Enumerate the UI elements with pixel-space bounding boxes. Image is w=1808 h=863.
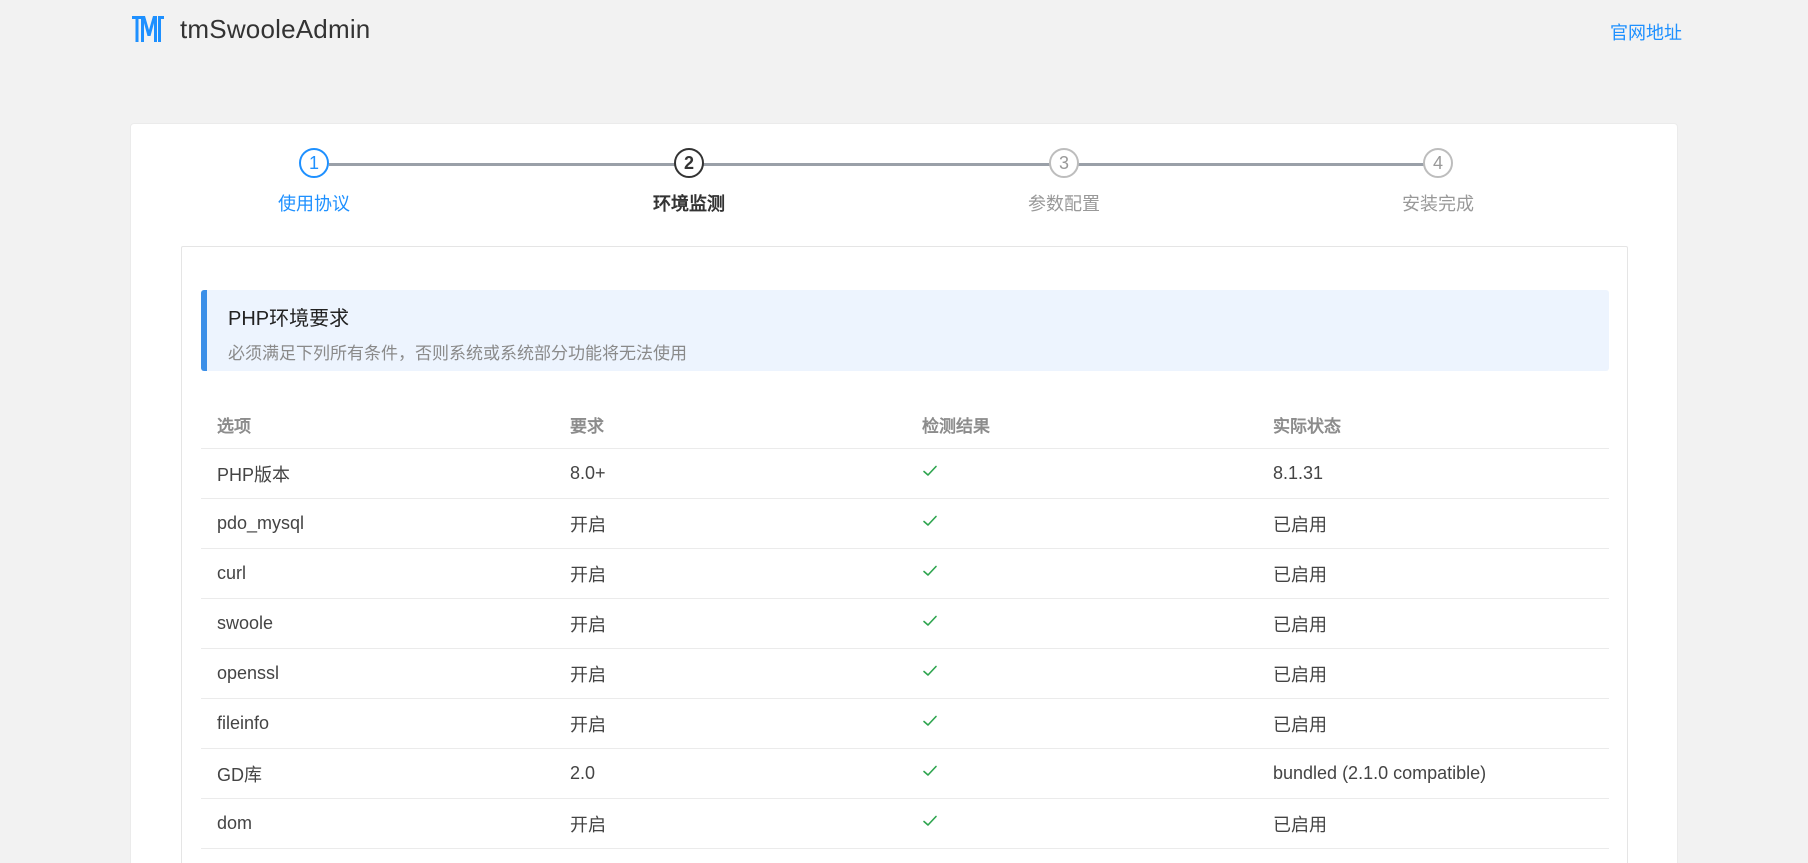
notice-description: 必须满足下列所有条件，否则系统或系统部分功能将无法使用 [228, 344, 687, 363]
cell-result [906, 613, 1257, 634]
column-header-requirement: 要求 [570, 417, 604, 436]
cell-option: pdo_mysql [217, 513, 305, 533]
check-icon [923, 815, 937, 826]
check-icon [923, 765, 937, 776]
cell-requirement: 开启 [570, 564, 606, 585]
install-steps: 1 使用协议 2 环境监测 3 参数配置 4 安装完成 [131, 124, 1679, 234]
column-header-status: 实际状态 [1273, 417, 1341, 436]
install-card: 1 使用协议 2 环境监测 3 参数配置 4 安装完成 PHP环境要求 必须满足… [130, 123, 1678, 863]
step-1: 1 使用协议 [214, 148, 414, 216]
cell-status: 已启用 [1273, 514, 1327, 535]
step-number: 2 [674, 148, 704, 178]
cell-status: bundled (2.1.0 compatible) [1273, 763, 1487, 783]
official-site-link[interactable]: 官网地址 [1610, 19, 1682, 45]
cell-result [906, 663, 1257, 684]
step-4: 4 安装完成 [1338, 148, 1538, 216]
step-label: 使用协议 [278, 194, 350, 214]
cell-option: GD库 [217, 764, 262, 785]
table-body: PHP版本 8.0+ 8.1.31 pdo_mysql 开启 已启用 curl 开启 已启用 sw… [201, 449, 1609, 849]
check-icon [923, 565, 937, 576]
table-row: pdo_mysql 开启 已启用 [201, 499, 1609, 549]
column-header-result: 检测结果 [922, 417, 990, 436]
cell-result [906, 513, 1257, 534]
step-connector [329, 163, 1448, 166]
table-row: curl 开启 已启用 [201, 549, 1609, 599]
step-2: 2 环境监测 [589, 148, 789, 216]
cell-result [906, 563, 1257, 584]
brand-name: tmSwooleAdmin [180, 13, 371, 44]
check-icon [923, 515, 937, 526]
table-row: dom 开启 已启用 [201, 799, 1609, 849]
cell-option: fileinfo [217, 713, 270, 733]
notice-title: PHP环境要求 [228, 308, 350, 330]
check-icon [923, 465, 937, 476]
step-number: 3 [1049, 148, 1079, 178]
cell-requirement: 开启 [570, 514, 606, 535]
cell-result [906, 813, 1257, 834]
check-icon [923, 615, 937, 626]
step-label: 环境监测 [653, 194, 725, 214]
cell-option: PHP版本 [217, 464, 291, 485]
env-check-panel: PHP环境要求 必须满足下列所有条件，否则系统或系统部分功能将无法使用 选项 要… [181, 246, 1628, 863]
cell-option: dom [217, 813, 253, 833]
step-3: 3 参数配置 [964, 148, 1164, 216]
cell-status: 已启用 [1273, 664, 1327, 685]
logo[interactable]: tmSwooleAdmin [130, 12, 370, 46]
cell-result [906, 463, 1257, 484]
cell-requirement: 8.0+ [570, 463, 606, 483]
cell-status: 已启用 [1273, 714, 1327, 735]
requirements-notice: PHP环境要求 必须满足下列所有条件，否则系统或系统部分功能将无法使用 [201, 290, 1609, 371]
column-header-option: 选项 [217, 417, 251, 436]
table-row: openssl 开启 已启用 [201, 649, 1609, 699]
requirements-table: 选项 要求 检测结果 实际状态 PHP版本 8.0+ 8.1.31 pdo_mysql… [201, 401, 1609, 849]
cell-result [906, 713, 1257, 734]
cell-status: 已启用 [1273, 614, 1327, 635]
tm-logo-icon [132, 16, 164, 42]
top-header: tmSwooleAdmin 官网地址 [0, 0, 1808, 60]
cell-requirement: 2.0 [570, 763, 596, 783]
table-row: fileinfo 开启 已启用 [201, 699, 1609, 749]
cell-result [906, 763, 1257, 784]
step-number: 1 [299, 148, 329, 178]
check-icon [923, 715, 937, 726]
check-icon [923, 665, 937, 676]
table-row: GD库 2.0 bundled (2.1.0 compatible) [201, 749, 1609, 799]
cell-status: 8.1.31 [1273, 463, 1324, 483]
cell-option: curl [217, 563, 247, 583]
step-number: 4 [1423, 148, 1453, 178]
cell-requirement: 开启 [570, 714, 606, 735]
cell-status: 已启用 [1273, 564, 1327, 585]
cell-status: 已启用 [1273, 814, 1327, 835]
cell-requirement: 开启 [570, 614, 606, 635]
step-label: 参数配置 [1028, 194, 1100, 214]
cell-requirement: 开启 [570, 814, 606, 835]
table-row: PHP版本 8.0+ 8.1.31 [201, 449, 1609, 499]
cell-option: openssl [217, 663, 280, 683]
cell-option: swoole [217, 613, 274, 633]
table-row: swoole 开启 已启用 [201, 599, 1609, 649]
table-header-row: 选项 要求 检测结果 实际状态 [201, 401, 1609, 449]
step-label: 安装完成 [1402, 194, 1474, 214]
cell-requirement: 开启 [570, 664, 606, 685]
